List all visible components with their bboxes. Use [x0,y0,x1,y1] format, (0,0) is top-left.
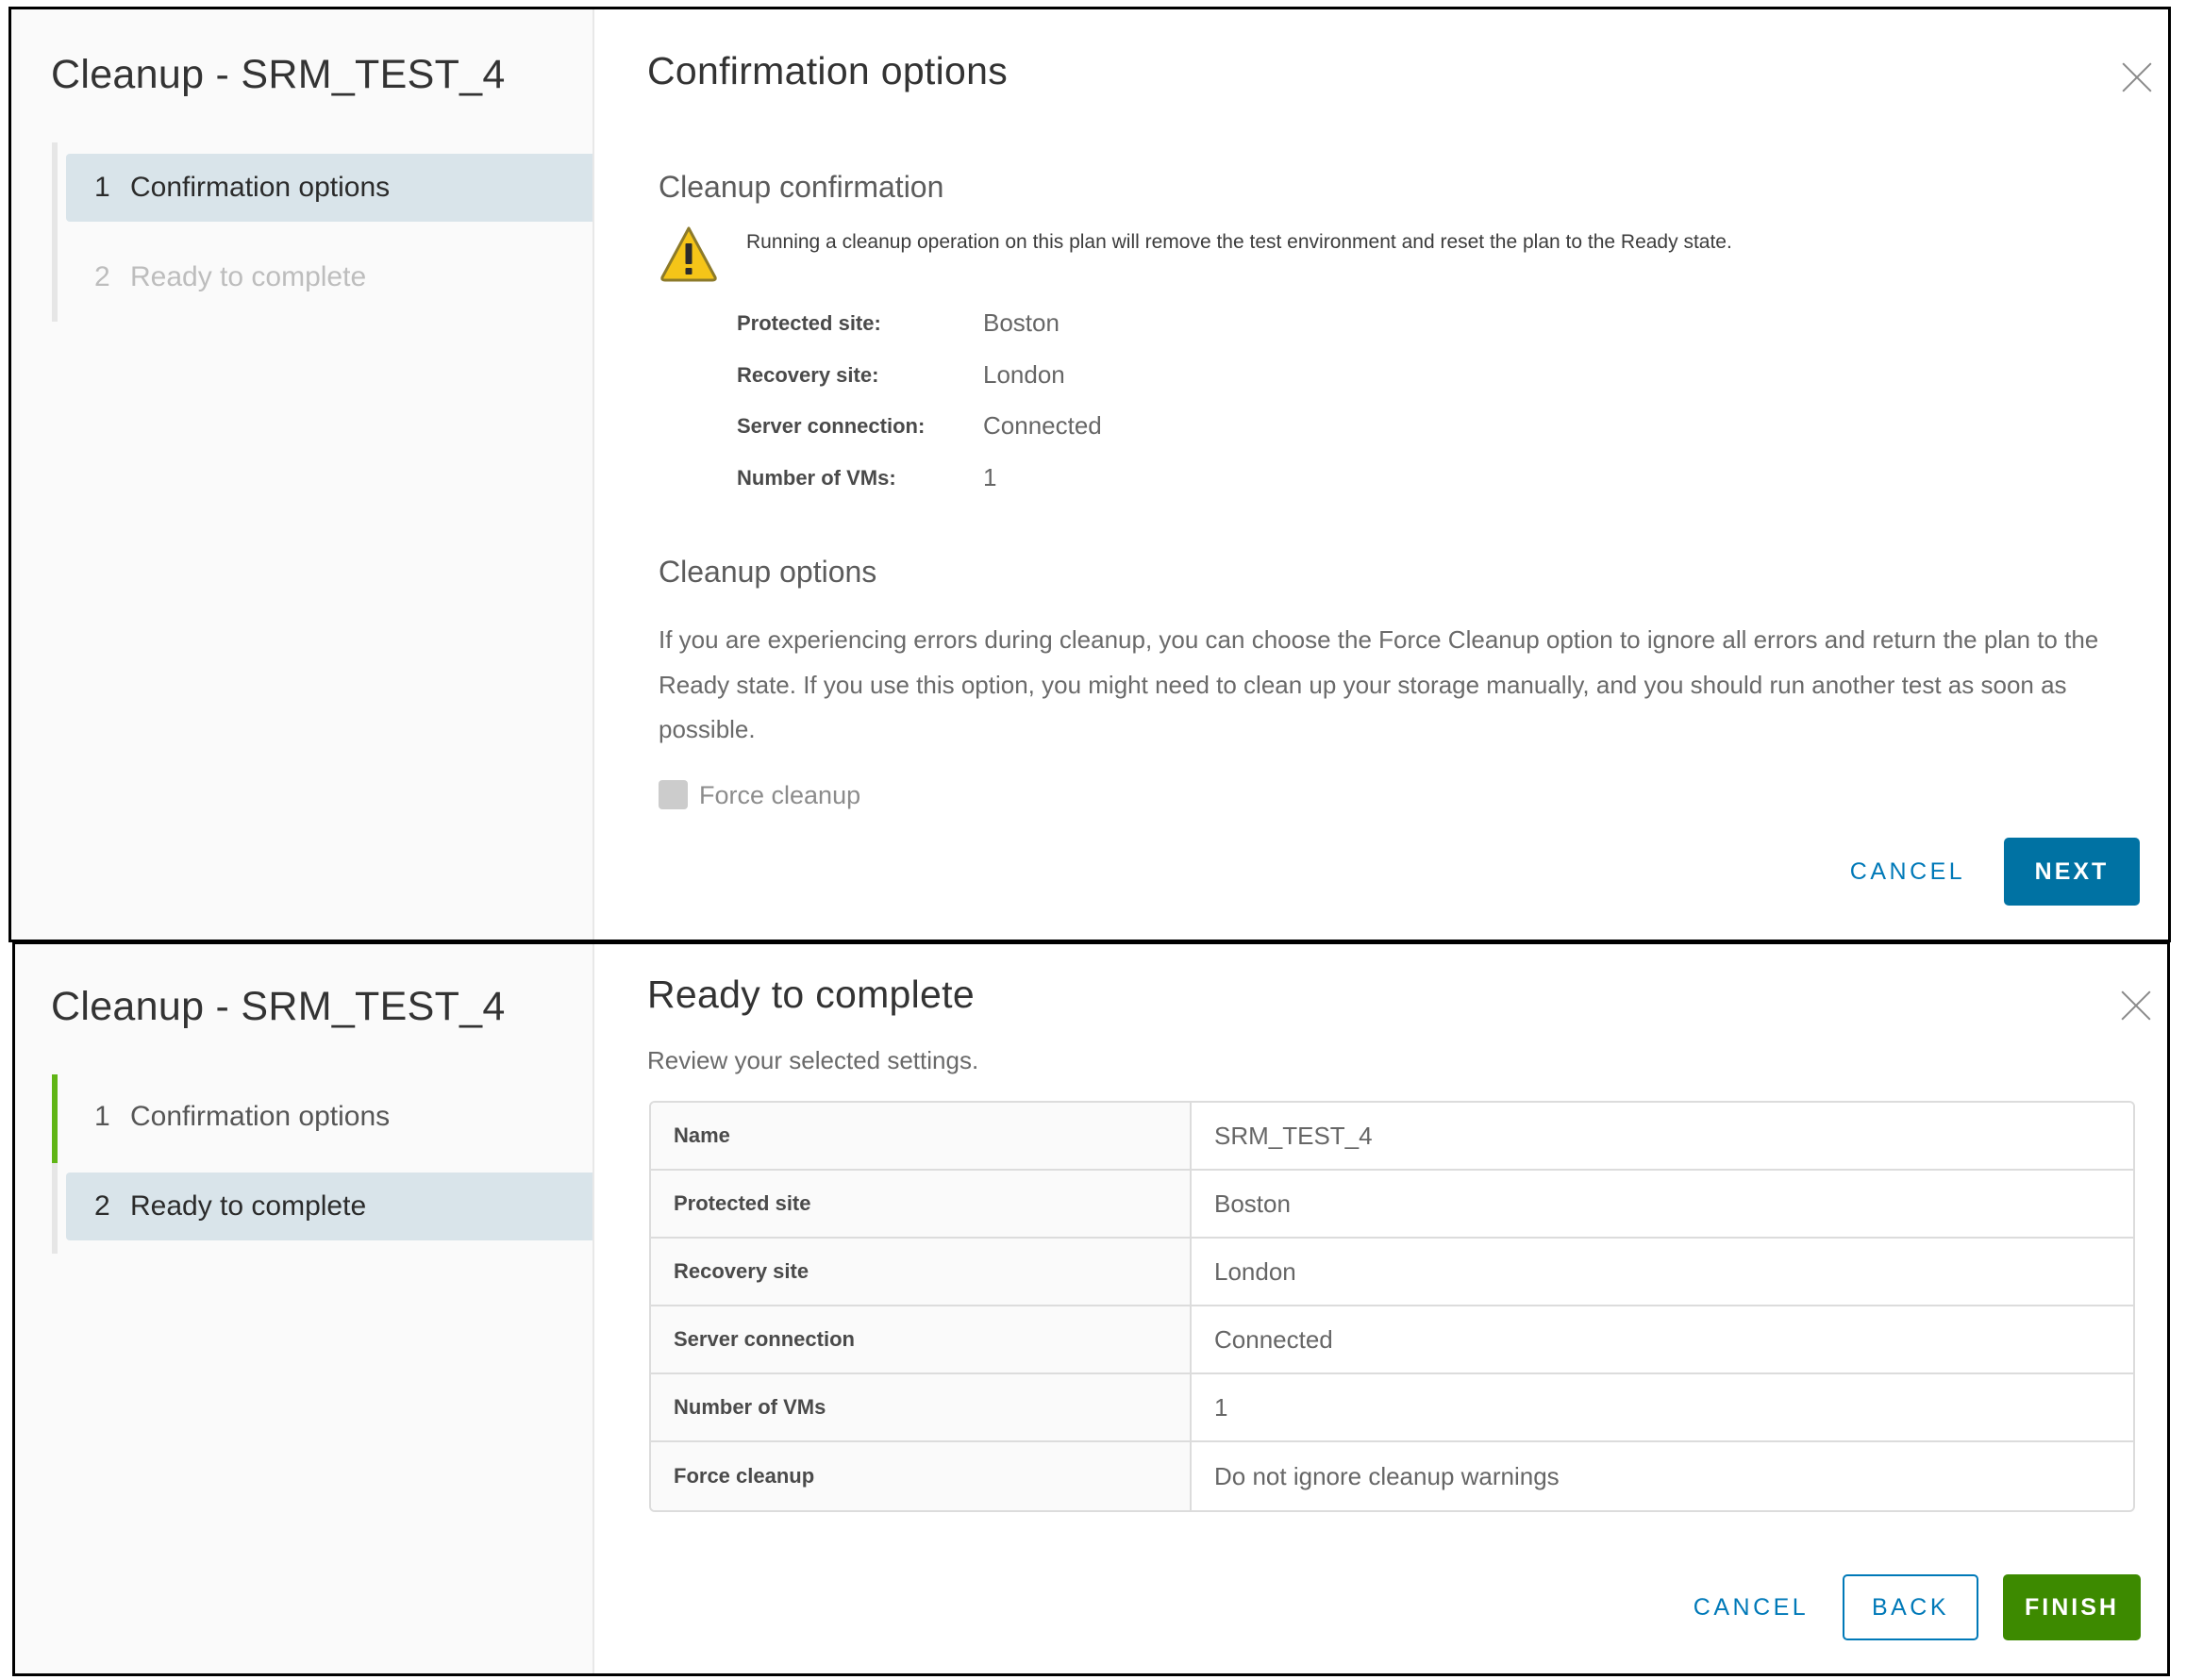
step-number: 2 [94,261,110,292]
summary-key: Name [651,1103,1192,1171]
field-label-server-connection: Server connection: [737,414,926,438]
warning-message: Running a cleanup operation on this plan… [746,231,1732,253]
step-number: 1 [94,172,110,203]
force-cleanup-checkbox[interactable] [659,780,688,809]
field-label-protected-site: Protected site: [737,311,881,335]
step-label: Ready to complete [130,1190,367,1222]
wizard-step-ready-to-complete[interactable]: 2 Ready to complete [66,1173,592,1240]
close-icon[interactable] [2121,61,2153,93]
wizard-step-confirmation-options[interactable]: 1 Confirmation options [66,154,592,222]
summary-value: SRM_TEST_4 [1192,1103,2133,1171]
field-label-number-of-vms: Number of VMs: [737,466,896,490]
cancel-button[interactable]: CANCEL [1842,838,1974,906]
next-button[interactable]: NEXT [2004,838,2140,906]
summary-table: Name SRM_TEST_4 Protected site Boston Re… [649,1101,2135,1512]
table-row: Server connection Connected [651,1306,2133,1374]
field-value-recovery-site: London [983,360,1065,389]
warning-triangle-icon [660,226,717,282]
close-icon[interactable] [2120,990,2152,1022]
field-value-protected-site: Boston [983,308,1060,337]
summary-value: Boston [1192,1171,2133,1239]
summary-value: Connected [1192,1306,2133,1374]
table-row: Protected site Boston [651,1171,2133,1239]
wizard-sidebar: Cleanup - SRM_TEST_4 1 Confirmation opti… [11,9,594,940]
content-title: Confirmation options [647,49,1009,92]
wizard-sidebar: Cleanup - SRM_TEST_4 1 Confirmation opti… [15,944,594,1673]
summary-key: Server connection [651,1306,1192,1374]
review-subtitle: Review your selected settings. [647,1046,979,1074]
back-button[interactable]: BACK [1843,1574,1978,1640]
summary-key: Number of VMs [651,1374,1192,1442]
cleanup-wizard-step1: Cleanup - SRM_TEST_4 1 Confirmation opti… [8,7,2171,942]
step-label: Confirmation options [130,1101,391,1132]
step-number: 2 [94,1190,110,1222]
step-progress-track [52,142,58,322]
field-value-server-connection: Connected [983,411,1102,440]
table-row: Force cleanup Do not ignore cleanup warn… [651,1442,2133,1510]
cleanup-wizard-step2: Cleanup - SRM_TEST_4 1 Confirmation opti… [12,941,2170,1676]
wizard-step-ready-to-complete: 2 Ready to complete [66,243,592,311]
summary-key: Recovery site [651,1239,1192,1306]
cleanup-options-heading: Cleanup options [659,555,877,589]
step-label: Confirmation options [130,172,391,203]
force-cleanup-label[interactable]: Force cleanup [699,781,860,810]
step-number: 1 [94,1101,110,1132]
wizard-step-confirmation-options[interactable]: 1 Confirmation options [66,1083,592,1151]
summary-value: Do not ignore cleanup warnings [1192,1442,2133,1510]
summary-key: Force cleanup [651,1442,1192,1510]
cleanup-confirmation-heading: Cleanup confirmation [659,170,944,204]
cleanup-options-description: If you are experiencing errors during cl… [659,625,2099,743]
step-label: Ready to complete [130,261,367,292]
table-row: Number of VMs 1 [651,1374,2133,1442]
summary-value: 1 [1192,1374,2133,1442]
summary-key: Protected site [651,1171,1192,1239]
table-row: Recovery site London [651,1239,2133,1306]
wizard-title: Cleanup - SRM_TEST_4 [51,52,506,97]
cancel-button[interactable]: CANCEL [1685,1574,1817,1640]
field-label-recovery-site: Recovery site: [737,363,879,387]
finish-button[interactable]: FINISH [2003,1574,2141,1640]
wizard-title: Cleanup - SRM_TEST_4 [51,984,506,1029]
content-title: Ready to complete [647,973,975,1016]
field-value-number-of-vms: 1 [983,463,997,491]
step-complete-indicator [52,1074,58,1163]
summary-value: London [1192,1239,2133,1306]
table-row: Name SRM_TEST_4 [651,1103,2133,1171]
